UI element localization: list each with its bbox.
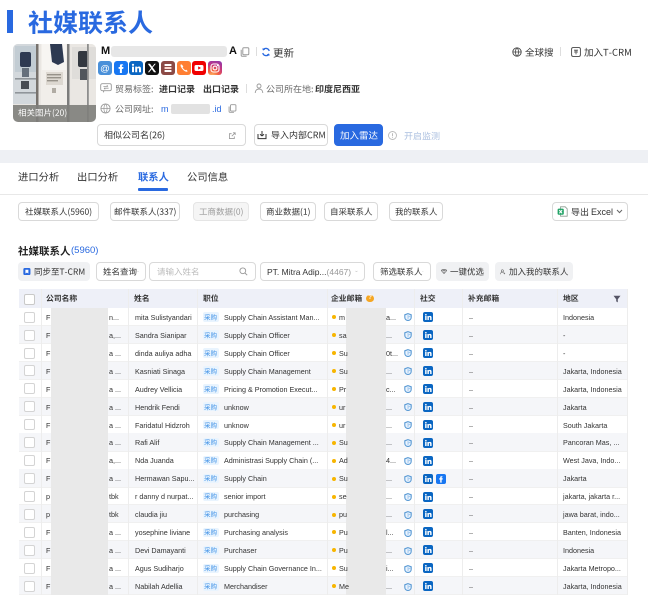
svg-text:@: @ — [100, 63, 110, 74]
